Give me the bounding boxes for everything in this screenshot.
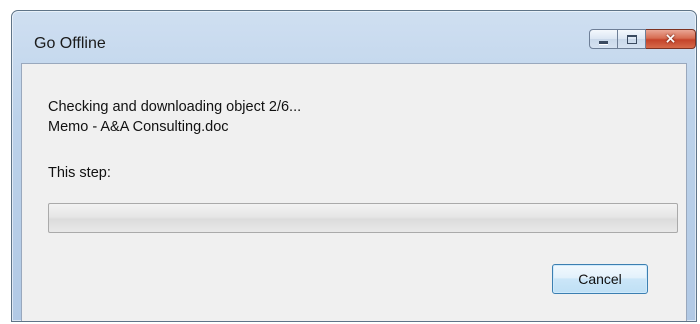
maximize-icon <box>626 34 637 44</box>
title-bar[interactable]: Go Offline × <box>12 11 696 63</box>
status-text: Checking and downloading object 2/6... <box>48 99 302 115</box>
window-title: Go Offline <box>34 35 106 52</box>
go-offline-dialog: Go Offline × Checking and downloading ob… <box>11 10 697 322</box>
cancel-button[interactable]: Cancel <box>552 264 648 294</box>
file-name-text: Memo - A&A Consulting.doc <box>48 119 229 135</box>
minimize-icon <box>599 40 608 44</box>
maximize-button[interactable] <box>618 29 646 49</box>
minimize-button[interactable] <box>589 29 618 49</box>
step-progress-bar <box>48 203 678 233</box>
close-icon: × <box>664 31 677 47</box>
caption-buttons: × <box>589 25 696 53</box>
step-label: This step: <box>48 165 111 181</box>
dialog-content: Checking and downloading object 2/6... M… <box>21 63 687 321</box>
close-button[interactable]: × <box>646 29 696 49</box>
